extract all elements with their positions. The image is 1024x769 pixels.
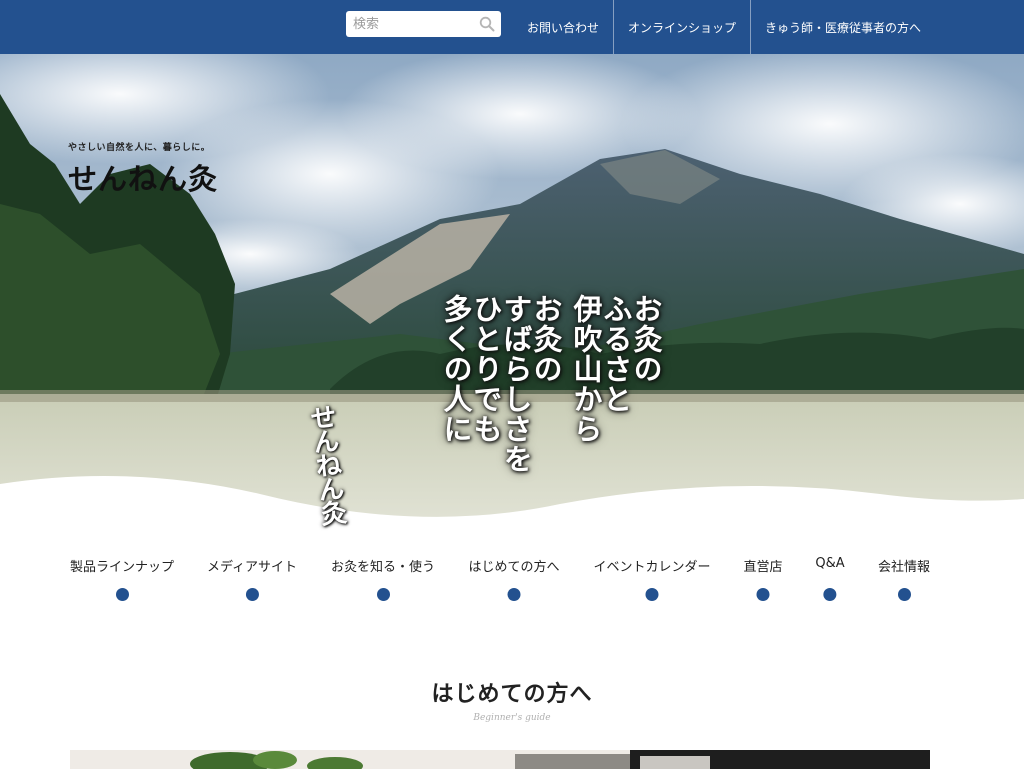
logo-tagline: やさしい自然を人に、暮らしに。 [68, 143, 211, 153]
nav-dot-icon [645, 588, 659, 601]
nav-dot-icon [756, 588, 770, 601]
contact-link[interactable]: お問い合わせ [513, 0, 615, 54]
nav-item-stores[interactable]: 直営店 [743, 556, 783, 601]
nav-item-company[interactable]: 会社情報 [878, 556, 930, 601]
nav-label: メディアサイト [206, 560, 298, 575]
nav-item-products[interactable]: 製品ラインナップ [70, 556, 174, 601]
section-subtitle: Beginner's guide [473, 713, 551, 723]
nav-dot-icon [823, 588, 837, 601]
section-title: はじめての方へ [431, 682, 593, 707]
search-icon[interactable] [479, 16, 495, 32]
nav-label: はじめての方へ [468, 560, 560, 575]
nav-item-events[interactable]: イベントカレンダー [593, 556, 711, 601]
main-navigation: 製品ラインナップ メディアサイト お灸を知る・使う はじめての方へ イベントカレ… [0, 556, 1024, 606]
hero-copy-line-7: 多くの人に [439, 294, 473, 444]
search-input[interactable] [346, 11, 476, 37]
beginners-guide-image[interactable] [70, 750, 930, 769]
nav-item-beginners[interactable]: はじめての方へ [468, 556, 560, 601]
nav-item-faq[interactable]: Q&A [815, 556, 845, 601]
hero-copy-line-3: 伊吹山から [569, 294, 603, 444]
nav-label: イベントカレンダー [593, 560, 711, 575]
nav-dot-icon [897, 588, 911, 601]
nav-label: 会社情報 [877, 560, 931, 575]
online-shop-link[interactable]: オンラインショップ [614, 0, 752, 54]
hero-copy-line-4: お灸の [529, 294, 563, 384]
top-bar: お問い合わせ オンラインショップ きゅう師・医療従事者の方へ [0, 0, 1024, 54]
nav-label: Q&A [815, 556, 845, 571]
search-box [346, 11, 501, 37]
hero-copy-line-6: ひとりでも [469, 294, 503, 444]
hero-copy-line-1: お灸の [629, 294, 663, 384]
hero-copy-line-2: ふるさと [599, 294, 633, 414]
nav-label: 製品ラインナップ [69, 560, 175, 575]
logo-wordmark: せんねん灸 [68, 162, 219, 196]
nav-item-media[interactable]: メディアサイト [207, 556, 297, 601]
hero-copy-line-5: すばらしさを [499, 294, 533, 474]
hero-banner: やさしい自然を人に、暮らしに。 せんねん灸 お灸の ふるさと 伊吹山から お灸の… [0, 54, 1024, 544]
nav-item-learn[interactable]: お灸を知る・使う [331, 556, 435, 601]
nav-dot-icon [376, 588, 390, 601]
nav-label: お灸を知る・使う [330, 560, 436, 575]
practitioners-link[interactable]: きゅう師・医療従事者の方へ [751, 0, 935, 54]
nav-dot-icon [245, 588, 259, 601]
nav-dot-icon [507, 588, 521, 601]
utility-links: お問い合わせ オンラインショップ きゅう師・医療従事者の方へ [513, 0, 935, 54]
site-logo[interactable]: やさしい自然を人に、暮らしに。 せんねん灸 [68, 140, 218, 198]
nav-dot-icon [115, 588, 129, 601]
guide-photo-strip [70, 750, 930, 769]
nav-label: 直営店 [743, 560, 783, 575]
